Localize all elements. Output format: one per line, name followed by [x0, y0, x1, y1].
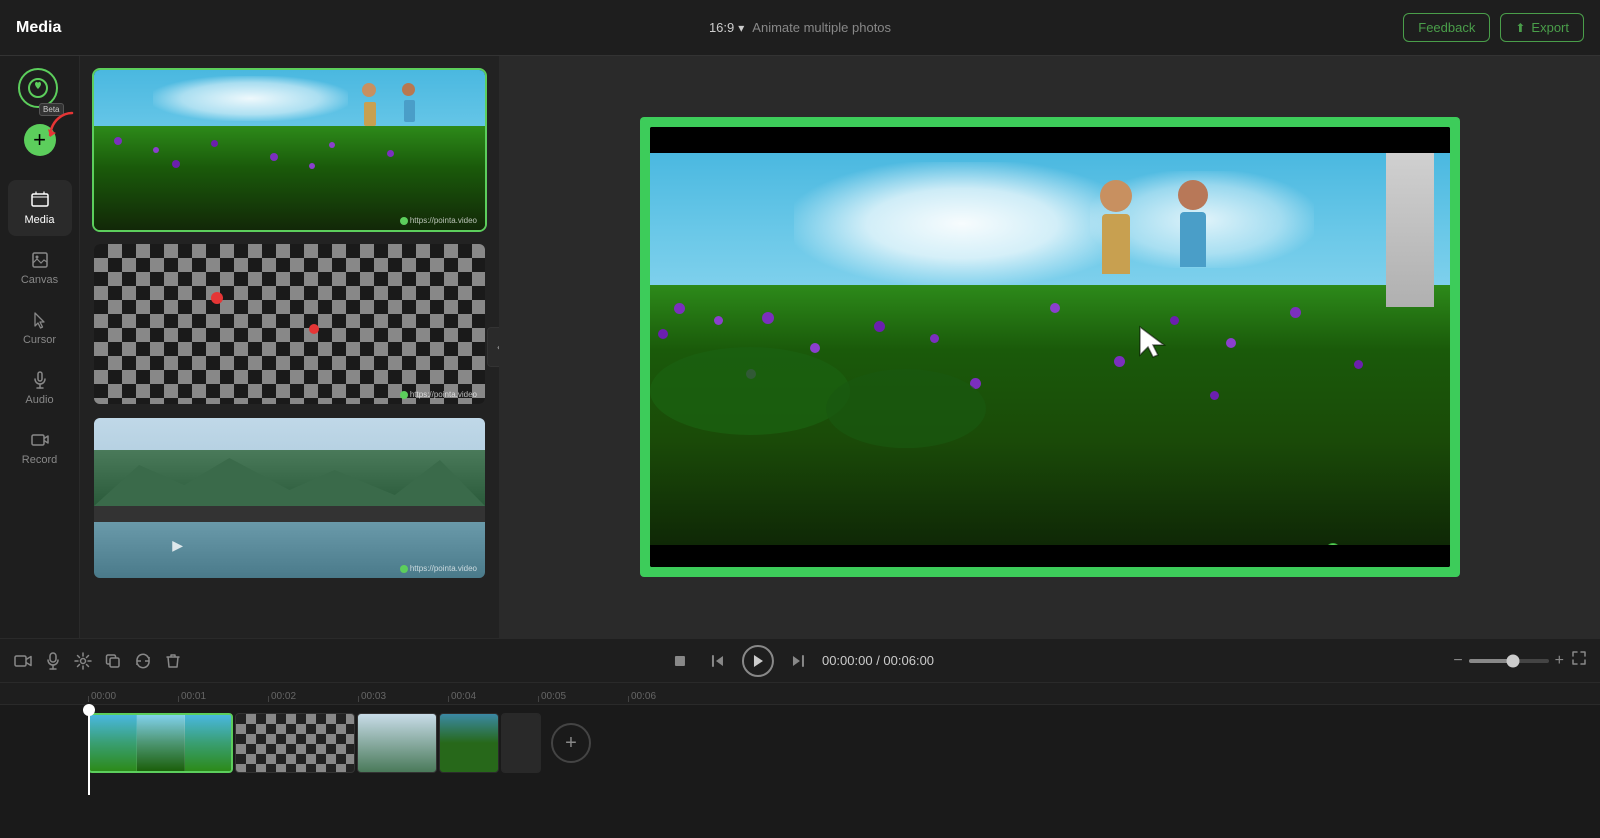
zoom-in-button[interactable]: +: [1555, 652, 1564, 670]
cursor-arrow-icon: [1138, 325, 1170, 366]
thumb-2-content: https://pointa.video: [94, 244, 485, 404]
timeline-track-area: 00:00 00:01 00:02 00:03 00:04 00:05: [0, 683, 1600, 838]
feedback-button[interactable]: Feedback: [1403, 13, 1490, 42]
cursor-icon: [30, 310, 50, 330]
timeline-playback-controls: 00:00:00 / 00:06:00: [666, 645, 934, 677]
upload-icon: ⬆: [1515, 21, 1525, 35]
video-frame-inner: https://pointa.video: [650, 127, 1450, 567]
sidebar-item-media-label: Media: [25, 214, 55, 226]
canvas-icon: [30, 250, 50, 270]
aspect-ratio-button[interactable]: 16:9 ▾: [709, 20, 744, 35]
timeline-clip-2[interactable]: [235, 713, 355, 773]
app-logo: [18, 68, 58, 108]
sidebar-item-audio[interactable]: Audio: [8, 360, 72, 416]
timeline-clip-1[interactable]: [88, 713, 233, 773]
top-bar: Media 16:9 ▾ Animate multiple photos Fee…: [0, 0, 1600, 56]
ruler-mark-1: 00:01: [178, 691, 268, 702]
record-icon: [30, 430, 50, 450]
thumb-1-content: https://pointa.video: [94, 70, 485, 230]
timeline-tracks: +: [0, 705, 1600, 795]
refresh-tool-button[interactable]: [132, 650, 154, 672]
chevron-down-icon: ▾: [738, 21, 744, 35]
media-thumbnail-3[interactable]: ▶ https://pointa.video: [92, 416, 487, 580]
sidebar-item-canvas[interactable]: Canvas: [8, 240, 72, 296]
video-frame-outer: https://pointa.video: [640, 117, 1460, 577]
mic-tool-button[interactable]: [42, 650, 64, 672]
media-thumbnail-2[interactable]: https://pointa.video: [92, 242, 487, 406]
media-panel: https://pointa.video https://pointa.vide…: [80, 56, 500, 638]
timeline-clip-5[interactable]: [501, 713, 541, 773]
zoom-slider[interactable]: [1469, 659, 1549, 663]
play-button[interactable]: [742, 645, 774, 677]
sidebar-item-cursor[interactable]: Cursor: [8, 300, 72, 356]
video-content: https://pointa.video: [650, 127, 1450, 567]
logo-wrap: Beta: [18, 68, 62, 112]
top-bar-center: 16:9 ▾ Animate multiple photos: [709, 20, 891, 35]
time-display: 00:00:00 / 00:06:00: [822, 653, 934, 668]
main-content: Beta + Media: [0, 56, 1600, 638]
copy-tool-button[interactable]: [102, 650, 124, 672]
top-bar-right: Feedback ⬆ Export: [1403, 13, 1584, 42]
page-title: Media: [16, 19, 61, 37]
sidebar-item-media[interactable]: Media: [8, 180, 72, 236]
timeline-clip-4[interactable]: [439, 713, 499, 773]
media-thumbnail-1[interactable]: https://pointa.video: [92, 68, 487, 232]
video-subtitle: Animate multiple photos: [752, 20, 891, 35]
audio-icon: [30, 370, 50, 390]
playhead[interactable]: [88, 705, 90, 795]
fit-to-window-button[interactable]: [1570, 649, 1588, 672]
collapse-panel-button[interactable]: ‹: [487, 327, 500, 367]
ruler-mark-0: 00:00: [88, 691, 178, 702]
total-time: 00:06:00: [883, 653, 934, 668]
delete-tool-button[interactable]: [162, 650, 184, 672]
sidebar-item-audio-label: Audio: [25, 394, 53, 406]
timeline-clip-3[interactable]: [357, 713, 437, 773]
thumb-3-content: ▶ https://pointa.video: [94, 418, 485, 578]
skip-forward-button[interactable]: [784, 647, 812, 675]
ruler-mark-5: 00:05: [538, 691, 628, 702]
timeline-ruler: 00:00 00:01 00:02 00:03 00:04 00:05: [0, 683, 1600, 705]
sidebar: Beta + Media: [0, 56, 80, 638]
arrow-indicator: [42, 109, 78, 145]
stop-button[interactable]: [666, 647, 694, 675]
ruler-marks: 00:00 00:01 00:02 00:03 00:04 00:05: [88, 691, 1600, 702]
sidebar-item-record-label: Record: [22, 454, 57, 466]
ruler-mark-3: 00:03: [358, 691, 448, 702]
effects-tool-button[interactable]: [72, 650, 94, 672]
top-bar-left: Media: [16, 19, 61, 37]
ruler-mark-2: 00:02: [268, 691, 358, 702]
timeline-tool-group-left: [12, 650, 184, 672]
export-button[interactable]: ⬆ Export: [1500, 13, 1584, 42]
timeline-right-controls: − +: [1453, 649, 1588, 672]
camera-tool-button[interactable]: [12, 650, 34, 672]
timeline-toolbar: 00:00:00 / 00:06:00 − +: [0, 639, 1600, 683]
ruler-mark-4: 00:04: [448, 691, 538, 702]
add-clip-button[interactable]: +: [551, 723, 591, 763]
track-clips: +: [88, 713, 591, 773]
sidebar-item-canvas-label: Canvas: [21, 274, 58, 286]
sidebar-item-record[interactable]: Record: [8, 420, 72, 476]
video-area: https://pointa.video: [500, 56, 1600, 638]
timeline-area: 00:00:00 / 00:06:00 − +: [0, 638, 1600, 838]
ruler-mark-6: 00:06: [628, 691, 718, 702]
zoom-out-button[interactable]: −: [1453, 652, 1462, 670]
skip-back-button[interactable]: [704, 647, 732, 675]
sidebar-item-cursor-label: Cursor: [23, 334, 56, 346]
media-icon: [30, 190, 50, 210]
current-time: 00:00:00: [822, 653, 873, 668]
